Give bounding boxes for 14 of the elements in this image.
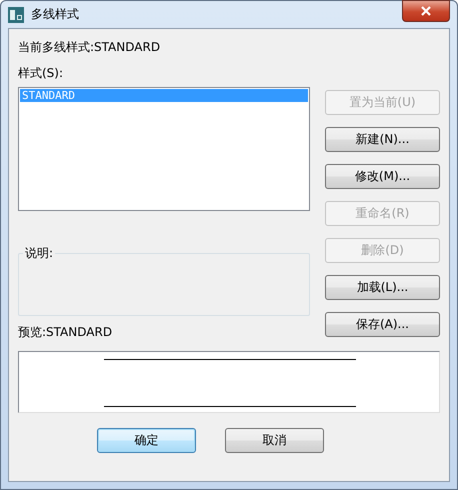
action-button[interactable]: 保存(A)... bbox=[325, 312, 440, 337]
action-button[interactable]: 新建(N)... bbox=[325, 127, 440, 152]
styles-label: 样式(S): bbox=[18, 65, 64, 81]
action-button[interactable]: 加载(L)... bbox=[325, 275, 440, 300]
dialog-button[interactable]: 取消 bbox=[225, 428, 324, 453]
close-icon bbox=[420, 6, 432, 16]
app-icon bbox=[8, 6, 24, 22]
window-title: 多线样式 bbox=[31, 6, 79, 23]
preview-label: 预览:STANDARD bbox=[18, 324, 114, 340]
action-button[interactable]: 修改(M)... bbox=[325, 164, 440, 189]
current-style-label: 当前多线样式:STANDARD bbox=[18, 39, 162, 55]
description-label: 说明: bbox=[23, 245, 56, 261]
dialog-button[interactable]: 确定 bbox=[97, 428, 196, 453]
close-button[interactable] bbox=[402, 0, 450, 22]
